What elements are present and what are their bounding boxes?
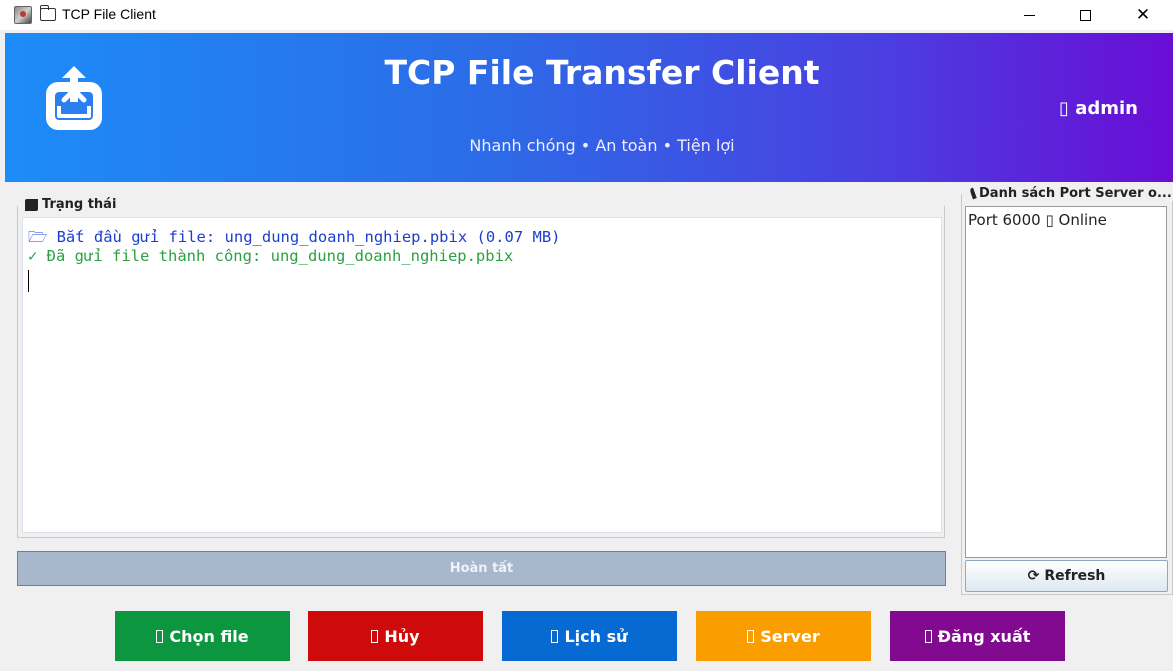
status-log-area[interactable]: 🗁 Bắt đầu gửi file: ung_dung_doanh_nghie…: [22, 217, 942, 533]
port-status: Online: [1058, 211, 1107, 229]
log-text: Đã gửi file thành công: ung_dung_doanh_n…: [46, 247, 514, 265]
logout-label: Đăng xuất: [937, 626, 1031, 646]
app-subtitle: Nhanh chóng • An toàn • Tiện lợi: [469, 136, 735, 155]
list-item[interactable]: Port 6000 ▯ Online: [966, 207, 1166, 233]
choose-file-label: Chọn file: [169, 626, 249, 646]
history-icon: [551, 629, 559, 643]
check-icon: ✓: [28, 247, 47, 265]
user-label: ▯ admin: [1059, 98, 1138, 119]
user-icon: ▯: [1059, 98, 1069, 119]
window-titlebar: TCP File Client ✕: [0, 0, 1173, 30]
maximize-icon: [1079, 9, 1091, 21]
progress-bar: Hoàn tất: [17, 551, 946, 586]
cancel-icon: [371, 629, 379, 643]
refresh-label: Refresh: [1044, 568, 1106, 584]
status-legend: Trạng thái: [23, 197, 120, 212]
window-title: TCP File Client: [62, 6, 156, 22]
close-button[interactable]: ✕: [1120, 0, 1166, 30]
port-legend: Danh sách Port Server o...: [969, 186, 1173, 201]
app-title: TCP File Transfer Client: [384, 53, 820, 92]
folder-icon: [40, 5, 56, 21]
log-line: 🗁 Bắt đầu gửi file: ung_dung_doanh_nghie…: [28, 225, 936, 247]
close-icon: ✕: [1135, 5, 1151, 25]
port-number: Port 6000: [968, 211, 1041, 229]
text-caret: [28, 270, 29, 292]
maximize-button[interactable]: [1062, 0, 1108, 30]
scroll-icon: [25, 198, 38, 211]
server-button[interactable]: Server: [696, 611, 871, 661]
choose-file-button[interactable]: Chọn file: [115, 611, 290, 661]
logout-button[interactable]: Đăng xuất: [890, 611, 1065, 661]
server-label: Server: [760, 626, 820, 646]
port-list[interactable]: Port 6000 ▯ Online: [965, 206, 1167, 558]
open-folder-icon: 🗁: [28, 228, 57, 246]
username: admin: [1075, 98, 1138, 119]
log-text: Bắt đầu gửi file: ung_dung_doanh_nghiep.…: [56, 228, 561, 246]
log-line: ✓ Đã gửi file thành công: ung_dung_doanh…: [28, 247, 936, 269]
status-legend-label: Trạng thái: [42, 197, 117, 212]
header-banner: TCP File Transfer Client Nhanh chóng • A…: [5, 33, 1173, 182]
refresh-button[interactable]: ⟳ Refresh: [965, 560, 1168, 592]
cancel-button[interactable]: Hủy: [308, 611, 483, 661]
history-label: Lịch sử: [564, 626, 628, 646]
file-icon: [156, 629, 164, 643]
history-button[interactable]: Lịch sử: [502, 611, 677, 661]
refresh-icon: ⟳: [1027, 568, 1040, 584]
minimize-icon: [1023, 14, 1035, 16]
port-legend-label: Danh sách Port Server o...: [979, 186, 1172, 201]
satellite-icon: [969, 187, 977, 200]
progress-label: Hoàn tất: [449, 561, 514, 576]
cancel-label: Hủy: [384, 626, 420, 646]
minimize-button[interactable]: [1006, 0, 1052, 30]
server-icon: [747, 629, 755, 643]
logout-icon: [924, 629, 932, 643]
status-dot-icon: ▯: [1045, 211, 1054, 229]
java-app-icon[interactable]: [14, 6, 32, 24]
